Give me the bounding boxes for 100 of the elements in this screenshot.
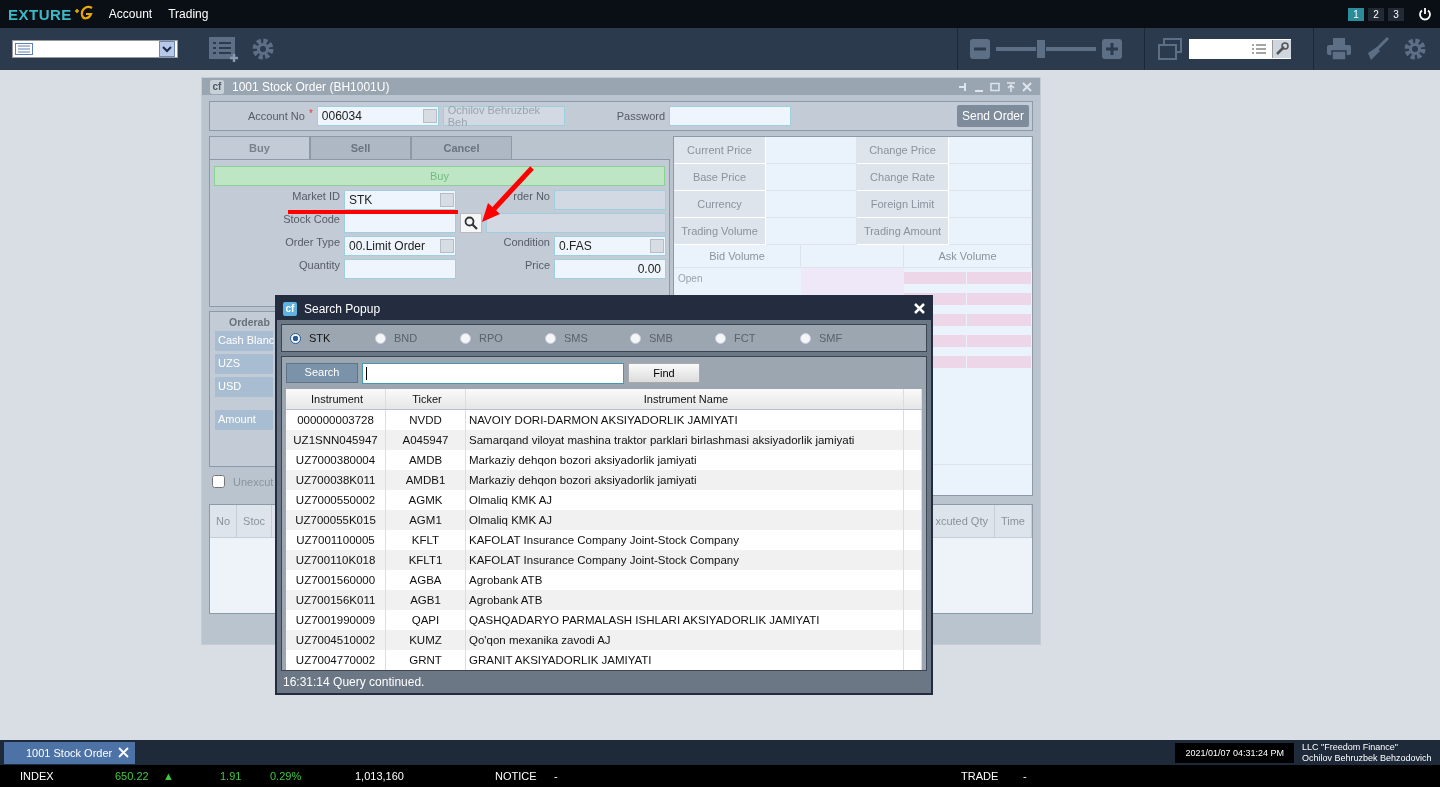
taskbar-tab[interactable]: 1001 Stock Order — [4, 741, 136, 764]
list-icon — [15, 43, 33, 55]
dropdown-caret-icon — [159, 41, 175, 57]
menu-item[interactable]: Account — [108, 7, 153, 21]
password-field[interactable] — [669, 106, 792, 126]
user-name: Ochilov Behruzbek Behzodovich — [1302, 752, 1433, 764]
table-cell: GRNT — [386, 650, 466, 670]
screen-select[interactable] — [12, 40, 178, 58]
printer-icon[interactable] — [1326, 37, 1352, 61]
table-cell: UZ700156K011 — [286, 590, 386, 610]
index-volume: 1,013,160 — [355, 770, 405, 782]
instrument-row[interactable]: UZ700038K011 AMDB1 Markaziy dehqon bozori aksiyadorlik jamiyati — [286, 470, 922, 490]
field-label: rder No — [513, 190, 550, 202]
column-header: Instrument — [286, 389, 386, 409]
app-icon: cf — [283, 301, 297, 316]
instrument-row[interactable]: UZ700055K015 AGM1 Olmaliq KMK AJ — [286, 510, 922, 530]
field-label: Condition — [502, 236, 550, 250]
radio-label[interactable]: STK — [309, 332, 331, 344]
balance-label: Cash Blanc — [215, 331, 273, 351]
quote-label: Trading Volume — [674, 218, 766, 245]
table-cell: Samarqand viloyat mashina traktor parklari birlashmasi aksiyadorlik jamiyati — [466, 430, 904, 450]
pin-icon[interactable] — [958, 81, 968, 92]
ask-volume-cell — [967, 314, 1031, 326]
dropdown-caret-icon — [650, 239, 664, 253]
table-cell: UZ700038K011 — [286, 470, 386, 490]
list-icon[interactable] — [1252, 43, 1266, 55]
menu-item[interactable]: Trading — [168, 7, 209, 21]
search-field[interactable] — [1189, 39, 1291, 59]
table-cell: AGB1 — [386, 590, 466, 610]
column-header: Time — [994, 505, 1032, 537]
power-icon[interactable] — [1418, 7, 1432, 21]
index-change-percent: 0.29% — [270, 770, 303, 782]
search-button[interactable] — [460, 213, 482, 233]
instrument-row[interactable]: UZ700110K018 KFLT1 KAFOLAT Insurance Company Joint-Stock Company — [286, 550, 922, 570]
quote-label: Change Rate — [857, 164, 949, 191]
instrument-row[interactable]: UZ7004770002 GRNT GRANIT AKSIYADORLIK JAMIYATI — [286, 650, 922, 670]
order-side-banner: Buy — [214, 166, 665, 186]
ticker-label: NOTICE — [495, 770, 538, 782]
datetime-display: 2021/01/07 04:31:24 PM — [1175, 742, 1294, 763]
table-cell: UZ700055K015 — [286, 510, 386, 530]
windows-icon[interactable] — [1157, 37, 1183, 61]
workspace-button[interactable]: 2 — [1368, 7, 1384, 21]
field-label: Order Type — [284, 236, 340, 250]
column-header: Ask Volume — [904, 245, 1032, 268]
price-field[interactable]: 0.00 — [554, 259, 666, 279]
settings-icon[interactable] — [1402, 36, 1428, 62]
zoom-slider-thumb[interactable] — [1036, 39, 1046, 59]
table-cell: Olmaliq KMK AJ — [466, 510, 904, 530]
order-type-select[interactable]: 00.Limit Order — [344, 236, 456, 256]
quote-label: Current Price — [674, 137, 766, 164]
stock-code-field[interactable] — [344, 213, 456, 233]
instrument-row[interactable]: UZ1SNN045947 A045947 Samarqand viloyat mashina traktor parklari birlashmasi aksiyadorlik jamiyati — [286, 430, 922, 450]
market-id-select[interactable]: STK — [344, 190, 456, 210]
column-header: No — [210, 505, 238, 537]
table-cell: UZ1SNN045947 — [286, 430, 386, 450]
table-cell: KUMZ — [386, 630, 466, 650]
wrench-icon[interactable] — [1272, 40, 1291, 58]
settings-icon[interactable] — [250, 36, 276, 62]
panel-title: Orderab — [229, 316, 270, 328]
trade-text: - — [1023, 770, 1027, 782]
workspace-button[interactable]: 1 — [1348, 7, 1364, 21]
field-label: Quantity — [298, 259, 340, 273]
instrument-row[interactable]: UZ7004510002 KUMZ Qo'qon mexanika zavodi AJ — [286, 630, 922, 650]
table-cell: UZ7004770002 — [286, 650, 386, 670]
table-cell: AGM1 — [386, 510, 466, 530]
search-input[interactable] — [362, 362, 624, 384]
unexecuted-checkbox[interactable] — [212, 475, 225, 488]
account-select[interactable]: 006034 — [316, 106, 439, 126]
table-cell: GRANIT AKSIYADORLIK JAMIYATI — [466, 650, 904, 670]
maximize-icon[interactable] — [990, 81, 1000, 92]
window-title: 1001 Stock Order (BH1001U) — [232, 79, 390, 94]
table-cell: KAFOLAT Insurance Company Joint-Stock Company — [466, 550, 904, 570]
ask-volume-cell — [967, 293, 1031, 305]
radio-button[interactable] — [290, 332, 301, 344]
condition-select[interactable]: 0.FAS — [554, 236, 666, 256]
quantity-field[interactable] — [344, 259, 456, 279]
table-cell: A045947 — [386, 430, 466, 450]
field-label: Stock Code — [282, 213, 340, 227]
zoom-out-icon[interactable] — [970, 39, 990, 59]
table-cell: AMDB1 — [386, 470, 466, 490]
pin-top-icon[interactable] — [1006, 81, 1016, 92]
list-add-icon[interactable] — [208, 34, 240, 64]
dropdown-caret-icon — [422, 109, 437, 123]
table-cell: UZ700110K018 — [286, 550, 386, 570]
notice-text: - — [554, 770, 559, 782]
column-header: Stoc — [237, 505, 273, 537]
popup-title: Search Popup — [304, 301, 381, 316]
balance-label: Amount — [215, 410, 273, 430]
dropdown-caret-icon — [440, 239, 454, 253]
zoom-in-icon[interactable] — [1102, 39, 1122, 59]
field-label: Market ID — [291, 190, 340, 204]
column-header: Bid Volume — [674, 245, 801, 268]
instrument-row[interactable]: UZ700156K011 AGB1 Agrobank ATB — [286, 590, 922, 610]
company-name: LLC "Freedom Finance" — [1302, 741, 1399, 753]
table-cell: Markaziy dehqon bozori aksiyadorlik jamiyati — [466, 470, 904, 490]
app-logo: EXTURE — [8, 5, 72, 23]
column-header: Ticker — [386, 389, 466, 409]
workspace-button[interactable]: 3 — [1388, 7, 1404, 21]
find-button[interactable]: Find — [628, 363, 700, 383]
quote-label: Base Price — [674, 164, 766, 191]
